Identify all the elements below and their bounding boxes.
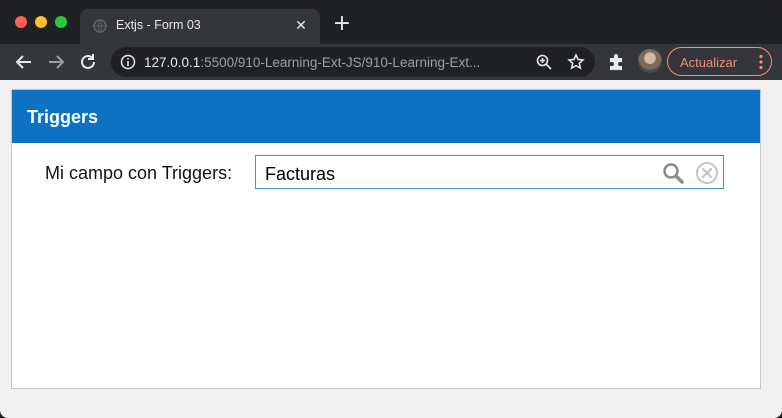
plus-icon[interactable]: + [332, 13, 352, 35]
search-icon[interactable] [661, 161, 685, 185]
url-host: 127.0.0.1 [144, 55, 201, 70]
close-icon[interactable]: ✕ [294, 18, 308, 32]
clear-icon[interactable] [695, 161, 719, 185]
trigger-field[interactable]: Facturas [255, 155, 724, 189]
url-text: 127.0.0.1:5500/910-Learning-Ext-JS/910-L… [144, 55, 480, 70]
star-icon[interactable] [567, 53, 585, 71]
browser-tab[interactable]: Extjs - Form 03 ✕ [80, 9, 320, 44]
update-button[interactable]: Actualizar [667, 47, 772, 76]
avatar[interactable] [638, 49, 662, 73]
field-label: Mi campo con Triggers: [45, 163, 233, 183]
zoom-window-button[interactable] [55, 16, 67, 28]
globe-icon [93, 19, 107, 33]
back-arrow-icon[interactable] [13, 51, 35, 73]
field-value[interactable]: Facturas [265, 164, 335, 185]
close-window-button[interactable] [15, 16, 27, 28]
panel-title: Triggers [27, 107, 99, 127]
zoom-icon[interactable] [535, 53, 553, 71]
address-bar[interactable]: 127.0.0.1:5500/910-Learning-Ext-JS/910-L… [111, 47, 595, 77]
info-icon[interactable] [120, 54, 136, 70]
minimize-window-button[interactable] [35, 16, 47, 28]
form-panel: Triggers Mi campo con Triggers: Facturas [11, 89, 761, 389]
panel-header: Triggers [12, 90, 760, 143]
kebab-menu-icon[interactable] [759, 54, 763, 70]
page-viewport: Triggers Mi campo con Triggers: Facturas [0, 80, 782, 418]
reload-icon[interactable] [77, 51, 99, 73]
url-path: :5500/910-Learning-Ext-JS/910-Learning-E… [200, 55, 481, 70]
update-button-label: Actualizar [680, 55, 738, 70]
browser-window: Extjs - Form 03 ✕ + 127.0.0.1:5500/910-L… [0, 0, 782, 418]
tab-strip: Extjs - Form 03 ✕ + [0, 0, 782, 44]
puzzle-icon[interactable] [607, 52, 627, 72]
browser-toolbar: 127.0.0.1:5500/910-Learning-Ext-JS/910-L… [0, 44, 782, 80]
tab-title: Extjs - Form 03 [116, 18, 201, 32]
forward-arrow-icon[interactable] [45, 51, 67, 73]
